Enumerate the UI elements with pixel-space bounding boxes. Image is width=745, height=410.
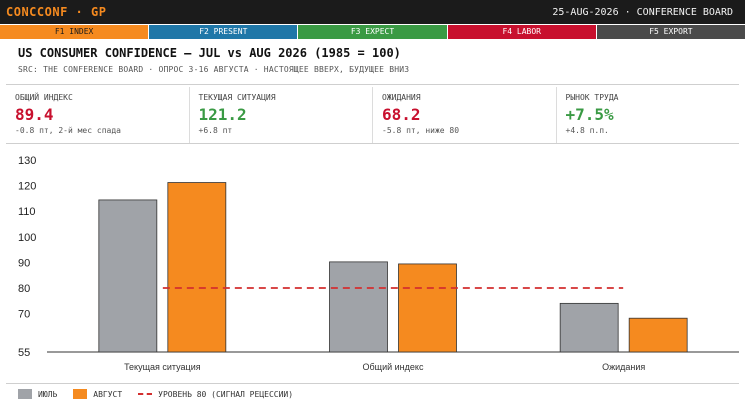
kpi-delta: -5.8 пт, ниже 80 (382, 126, 460, 135)
kpi-label: РЫНОК ТРУДА (565, 93, 619, 102)
y-tick-label: 80 (18, 283, 30, 295)
legend-item-reference: УРОВЕНЬ 80 (СИГНАЛ РЕЦЕССИИ) (138, 390, 293, 399)
kpi-delta: +4.8 п.п. (565, 126, 609, 135)
kpi-delta: +6.8 пт (198, 126, 233, 135)
bar-august (398, 263, 457, 353)
legend-item-august: АВГУСТ (73, 389, 122, 399)
y-tick-label: 55 (18, 347, 30, 359)
tab-index[interactable]: F1 INDEX (0, 25, 150, 39)
tab-labor[interactable]: F4 LABOR (447, 25, 597, 39)
tab-export[interactable]: F5 EXPORT (596, 25, 745, 39)
kpi-label: ОБЩИЙ ИНДЕКС (15, 93, 73, 102)
kpi-strip: ОБЩИЙ ИНДЕКС 89.4 -0.8 пт, 2-й мес спада… (6, 87, 739, 143)
kpi-label: ТЕКУЩАЯ СИТУАЦИЯ (198, 93, 276, 102)
legend-label: УРОВЕНЬ 80 (СИГНАЛ РЕЦЕССИИ) (158, 389, 294, 399)
top-bar: CONCCONF · GP 25-AUG-2026 · CONFERENCE B… (0, 0, 745, 24)
bar-chart: 55 70 80 90 100 110 120 130 Текущая ситуация Общи… (18, 155, 739, 372)
bar-july (329, 261, 388, 353)
chart-subtitle: SRC: THE CONFERENCE BOARD · ОПРОС 3-16 А… (18, 65, 410, 74)
x-tick-label: Ожидания (602, 362, 645, 372)
legend-swatch-august (73, 389, 88, 399)
divider (6, 84, 739, 85)
bar-august (167, 182, 227, 353)
divider (6, 143, 739, 144)
title-block: US CONSUMER CONFIDENCE — JUL vs AUG 2026… (18, 46, 409, 74)
kpi-labor-market: РЫНОК ТРУДА +7.5% +4.8 п.п. (557, 87, 740, 143)
y-tick-label: 130 (18, 155, 36, 167)
legend-label: АВГУСТ (93, 389, 123, 399)
chart-title: US CONSUMER CONFIDENCE — JUL vs AUG 2026… (18, 46, 401, 60)
y-tick-label: 110 (18, 206, 36, 218)
tab-present[interactable]: F2 PRESENT (149, 25, 299, 39)
date-source: 25-AUG-2026 · CONFERENCE BOARD (552, 7, 733, 18)
kpi-delta: -0.8 пт, 2-й мес спада (15, 126, 121, 135)
legend: ИЮЛЬ АВГУСТ УРОВЕНЬ 80 (СИГНАЛ РЕЦЕССИИ) (18, 389, 309, 399)
legend-dash-reference (138, 393, 153, 395)
legend-label: ИЮЛЬ (38, 389, 58, 399)
x-tick-label: Текущая ситуация (124, 362, 201, 372)
y-tick-label: 100 (18, 232, 36, 244)
divider (6, 383, 739, 384)
y-tick-label: 120 (18, 181, 36, 193)
kpi-value: +7.5% (565, 105, 614, 124)
legend-swatch-july (18, 389, 32, 399)
function-key-bar: F1 INDEX F2 PRESENT F3 EXPECT F4 LABOR F… (0, 25, 745, 39)
kpi-label: ОЖИДАНИЯ (382, 93, 421, 102)
x-tick-label: Общий индекс (363, 362, 424, 372)
bar-july (559, 302, 619, 353)
kpi-overall-index: ОБЩИЙ ИНДЕКС 89.4 -0.8 пт, 2-й мес спада (6, 87, 190, 143)
bar-july (98, 199, 158, 353)
kpi-value: 121.2 (198, 105, 247, 124)
tab-expect[interactable]: F3 EXPECT (298, 25, 448, 39)
y-tick-label: 70 (18, 309, 30, 321)
app-brand: CONCCONF · GP (6, 5, 107, 19)
kpi-expectations: ОЖИДАНИЯ 68.2 -5.8 пт, ниже 80 (373, 87, 557, 143)
kpi-value: 89.4 (15, 105, 54, 124)
bar-august (628, 317, 688, 353)
kpi-present-situation: ТЕКУЩАЯ СИТУАЦИЯ 121.2 +6.8 пт (190, 87, 373, 143)
kpi-value: 68.2 (382, 105, 421, 124)
legend-item-july: ИЮЛЬ (18, 389, 57, 399)
y-tick-label: 90 (18, 257, 30, 269)
